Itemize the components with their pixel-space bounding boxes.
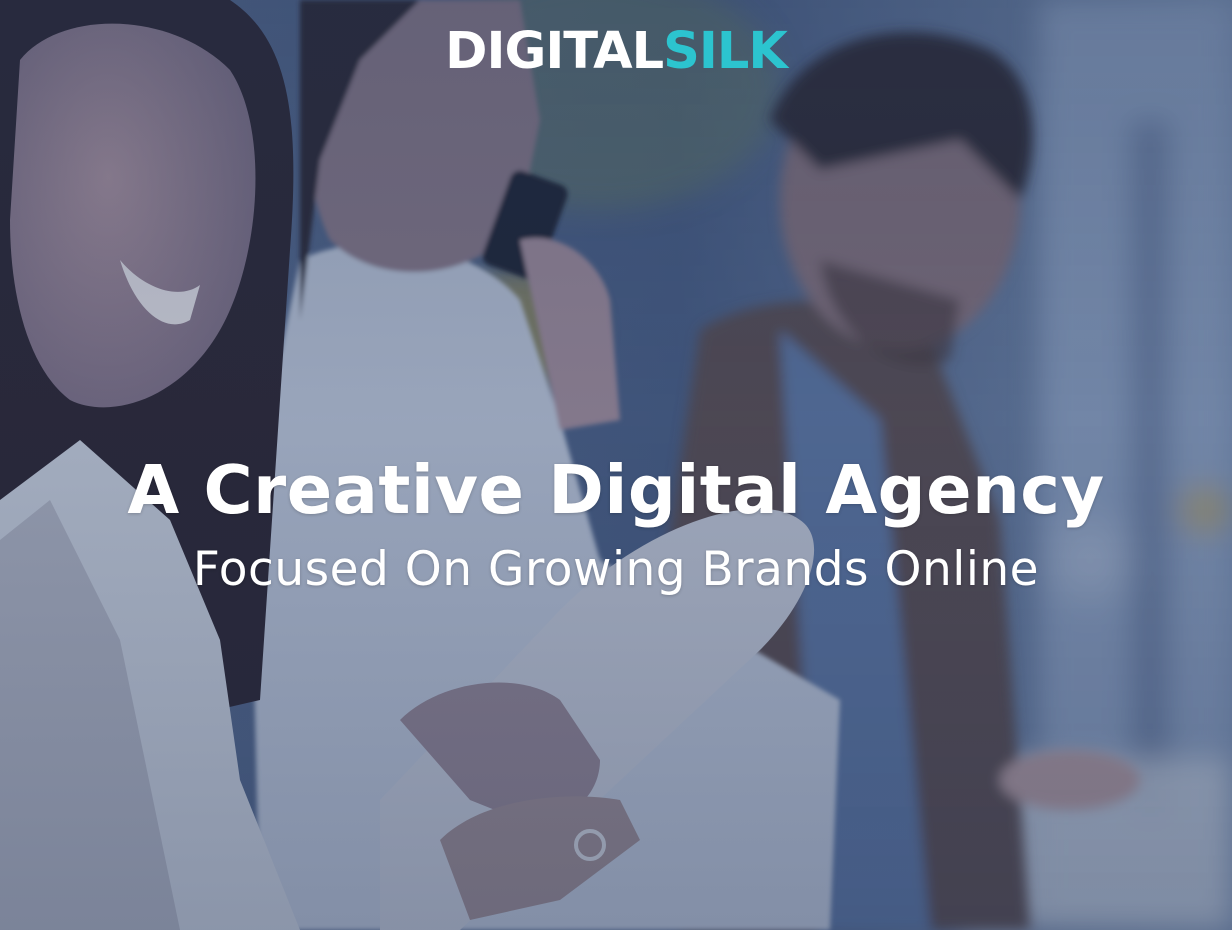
hero-headline: A Creative Digital Agency Focused On Gro… — [0, 445, 1232, 605]
logo-accent-text: SILK — [663, 22, 788, 81]
hero-subtitle: Focused On Growing Brands Online — [192, 542, 1040, 597]
hero-section: DIGITALSILK A Creative Digital Agency Fo… — [0, 0, 1232, 930]
digitalsilk-logo[interactable]: DIGITALSILK — [0, 24, 1232, 80]
hero-title: A Creative Digital Agency — [127, 451, 1105, 529]
logo-primary-text: DIGITAL — [445, 22, 664, 81]
